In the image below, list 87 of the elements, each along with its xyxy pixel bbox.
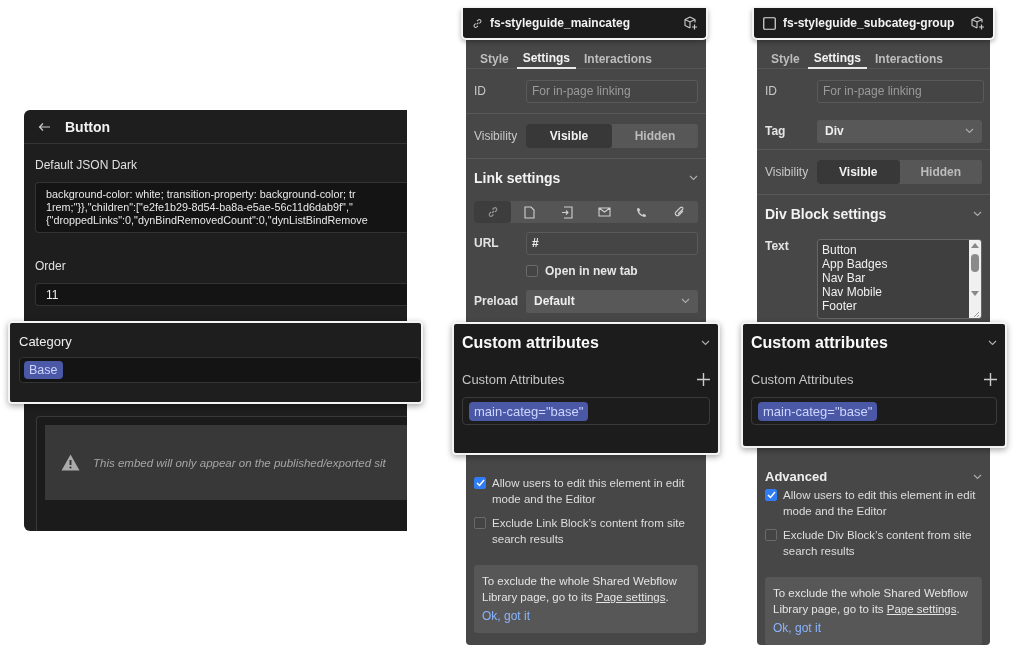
phone-icon bbox=[636, 206, 648, 218]
chevron-down-icon bbox=[681, 298, 690, 304]
field-label: Visibility bbox=[765, 165, 810, 179]
field-label: Custom Attributes bbox=[462, 372, 565, 387]
section-title: Div Block settings bbox=[765, 206, 887, 222]
tab[interactable]: Interactions bbox=[869, 44, 950, 69]
square-icon bbox=[763, 16, 776, 30]
toggle-option[interactable]: Visible bbox=[817, 160, 900, 184]
text-line: Nav Bar bbox=[822, 271, 867, 285]
section-title: Link settings bbox=[474, 170, 561, 186]
checkbox[interactable] bbox=[526, 265, 538, 277]
arrow-into-box-icon bbox=[561, 205, 574, 219]
field-label: Visibility bbox=[474, 129, 519, 143]
text-line: App Badges bbox=[822, 257, 889, 271]
envelope-icon bbox=[598, 207, 612, 217]
tab[interactable]: Interactions bbox=[578, 44, 659, 69]
field-label: Preload bbox=[474, 294, 519, 308]
field-label: Custom Attributes bbox=[751, 372, 854, 387]
section-title: Custom attributes bbox=[751, 334, 888, 352]
checkbox[interactable] bbox=[765, 529, 777, 541]
code-line: 1rem;"}},"children":["e2fe1b29-8d54-ba8a-e5ae-56c11d6dab9f"," bbox=[46, 201, 353, 214]
attributes-field[interactable]: main-categ="base" bbox=[462, 397, 710, 425]
attribute-tag[interactable]: main-categ="base" bbox=[758, 401, 878, 421]
field-label: ID bbox=[765, 84, 778, 98]
chevron-down-icon bbox=[973, 211, 982, 217]
checkbox-label: Exclude Link Block’s content from site search results bbox=[492, 516, 686, 547]
cube-plus-icon[interactable] bbox=[684, 16, 698, 30]
chevron-down-icon bbox=[701, 340, 710, 346]
chevron-down-icon bbox=[973, 473, 982, 480]
chevron-down-icon bbox=[965, 128, 974, 134]
chain-icon bbox=[486, 206, 499, 218]
paperclip-icon bbox=[673, 206, 685, 218]
text-line: Footer bbox=[822, 299, 858, 313]
cube-plus-icon[interactable] bbox=[971, 16, 985, 30]
url-field[interactable]: # bbox=[526, 231, 698, 255]
text-line: Nav Mobile bbox=[822, 285, 884, 299]
field-label: Tag bbox=[765, 124, 787, 138]
notice-text: To exclude the whole Shared Webflow Library page, go to its Page settings. bbox=[482, 574, 678, 605]
code-line: {"droppedLinks":0,"dynBindRemovedCount":0,"dynListBindRemove bbox=[46, 214, 368, 227]
tab[interactable]: Style bbox=[474, 44, 515, 69]
dismiss-link[interactable]: Ok, got it bbox=[773, 621, 822, 635]
notice-text: To exclude the whole Shared Webflow Library page, go to its Page settings. bbox=[773, 586, 969, 617]
field-label: Text bbox=[765, 239, 790, 253]
checkbox-label: Allow users to edit this element in edit mode and the Editor bbox=[492, 476, 686, 507]
code-field[interactable]: background-color: white; transition-property: background-color; tr 1rem;"}},"children":["e2fe1b29-8d54-ba8a-e5ae-56c11d6dab9f"," {"droppedLinks":0,"dynBindRemovedCount":0,"dynListBindRemove bbox=[35, 182, 407, 233]
chevron-down-icon bbox=[988, 340, 997, 346]
checkbox-label: Allow users to edit this element in edit mode and the Editor bbox=[783, 488, 977, 519]
tab[interactable]: Settings bbox=[516, 44, 577, 69]
dismiss-link[interactable]: Ok, got it bbox=[482, 609, 531, 623]
checkbox-label: Exclude Div Block’s content from site search results bbox=[783, 528, 973, 559]
element-name: fs-styleguide_subcateg-group bbox=[783, 16, 956, 30]
dropdown[interactable]: Div bbox=[817, 119, 982, 143]
warning-text: This embed will only appear on the published/exported sit bbox=[93, 456, 386, 469]
chevron-down-icon bbox=[689, 175, 698, 181]
field-label: ID bbox=[474, 84, 487, 98]
id-field[interactable]: For in-page linking bbox=[526, 79, 698, 103]
checkbox[interactable] bbox=[765, 489, 777, 501]
plus-icon[interactable] bbox=[984, 373, 997, 386]
toggle-option[interactable]: Visible bbox=[526, 124, 612, 148]
chain-icon bbox=[472, 17, 483, 29]
field-label: Category bbox=[19, 334, 72, 349]
checkbox[interactable] bbox=[474, 517, 486, 529]
category-field[interactable]: Base bbox=[19, 357, 421, 383]
attributes-field[interactable]: main-categ="base" bbox=[751, 397, 997, 425]
code-line: background-color: white; transition-property: background-color; tr bbox=[46, 188, 356, 201]
order-field[interactable]: 11 bbox=[35, 283, 407, 306]
section-title: Custom attributes bbox=[462, 334, 599, 352]
checkbox-label: Open in new tab bbox=[545, 264, 638, 278]
text-area[interactable]: Button App Badges Nav Bar Nav Mobile Footer bbox=[817, 239, 982, 319]
tab[interactable]: Style bbox=[765, 44, 806, 69]
section-title: Advanced bbox=[765, 469, 828, 484]
id-field[interactable]: For in-page linking bbox=[817, 79, 984, 103]
attribute-tag[interactable]: main-categ="base" bbox=[469, 401, 589, 421]
warning-icon bbox=[61, 454, 80, 471]
field-label: URL bbox=[474, 236, 500, 250]
page-icon bbox=[524, 205, 536, 219]
plus-icon[interactable] bbox=[697, 373, 710, 386]
category-tag[interactable]: Base bbox=[24, 361, 63, 379]
field-label: Default JSON Dark bbox=[35, 158, 138, 172]
back-arrow-icon[interactable] bbox=[38, 121, 51, 132]
dropdown[interactable]: Default bbox=[526, 289, 698, 313]
checkbox[interactable] bbox=[474, 477, 486, 489]
text-line: Button bbox=[822, 243, 858, 257]
panel-title: Button bbox=[65, 118, 111, 135]
tab[interactable]: Settings bbox=[807, 44, 868, 69]
field-label: Order bbox=[35, 259, 66, 273]
element-name: fs-styleguide_maincateg bbox=[490, 16, 632, 30]
